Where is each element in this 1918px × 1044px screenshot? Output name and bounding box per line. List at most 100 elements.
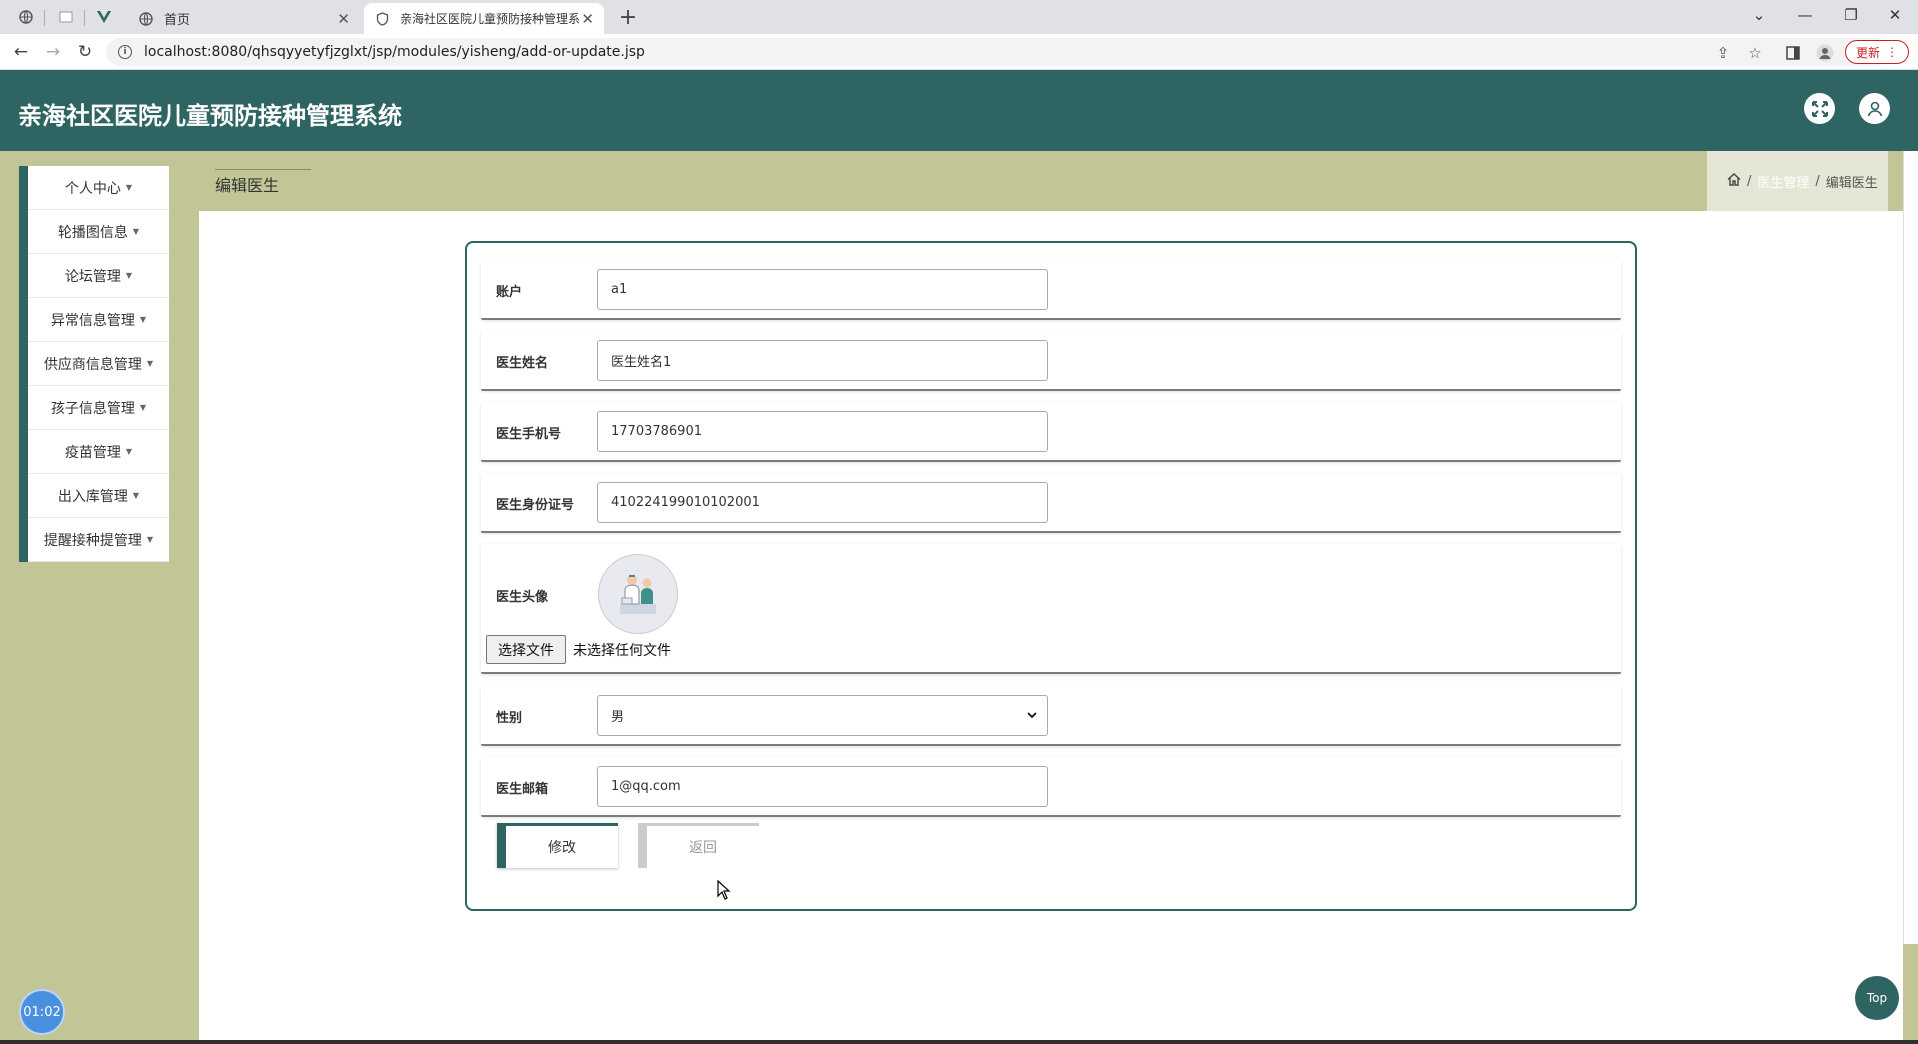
vue-logo-icon[interactable]	[92, 5, 116, 29]
tab-label: 亲海社区医院儿童预防接种管理系	[400, 12, 581, 26]
sidebar-item-vaccines[interactable]: 疫苗管理 ▼	[28, 430, 169, 474]
phone-input[interactable]: 17703786901	[597, 411, 1048, 452]
back-to-top-button[interactable]: Top	[1855, 976, 1899, 1020]
tab-search-icon[interactable]: ⌄	[1736, 0, 1782, 30]
update-label: 更新	[1855, 45, 1880, 60]
app-header: 亲海社区医院儿童预防接种管理系统	[0, 70, 1918, 151]
fullscreen-icon[interactable]	[1804, 93, 1835, 124]
back-button[interactable]: 返回	[638, 823, 759, 868]
home-icon[interactable]	[1727, 172, 1741, 190]
share-icon[interactable]: ⇪	[1712, 42, 1734, 64]
sidebar-item-inventory[interactable]: 出入库管理 ▼	[28, 474, 169, 518]
account-input[interactable]: a1	[597, 269, 1048, 310]
sidebar-item-label: 异常信息管理	[50, 312, 135, 329]
account-row: 账户 a1	[481, 260, 1621, 320]
breadcrumb-separator: /	[1747, 173, 1752, 189]
close-icon[interactable]: ✕	[337, 10, 350, 28]
profile-icon[interactable]	[1814, 42, 1836, 64]
choose-file-button[interactable]: 选择文件	[486, 635, 566, 664]
window-close-button[interactable]: ✕	[1872, 0, 1918, 30]
caret-down-icon: ▼	[146, 359, 154, 368]
id-card-label: 医生身份证号	[496, 498, 575, 513]
sidebar-item-label: 出入库管理	[57, 488, 128, 505]
close-icon[interactable]: ✕	[581, 10, 594, 28]
shield-icon	[374, 11, 390, 27]
doctor-illustration-icon	[620, 575, 656, 614]
sidepanel-icon[interactable]	[1782, 42, 1804, 64]
globe-icon[interactable]	[14, 5, 38, 29]
gender-row: 性别 男	[481, 686, 1621, 746]
title-divider	[215, 169, 311, 170]
taskbar-strip	[0, 1040, 1918, 1044]
app-title: 亲海社区医院儿童预防接种管理系统	[18, 102, 402, 130]
timer-badge: 01:02	[19, 989, 65, 1035]
restore-button[interactable]: ❐	[1828, 0, 1874, 30]
breadcrumb: / 医生管理 / 编辑医生	[1707, 151, 1888, 211]
sidebar-item-carousel[interactable]: 轮播图信息 ▼	[28, 210, 169, 254]
file-status: 未选择任何文件	[573, 643, 671, 659]
more-vert-icon: ⋮	[1886, 45, 1898, 59]
minimize-button[interactable]: —	[1782, 0, 1828, 30]
gender-label: 性别	[496, 711, 523, 726]
tab-current[interactable]: 亲海社区医院儿童预防接种管理系 ✕	[364, 3, 604, 34]
sidebar-item-label: 个人中心	[64, 180, 121, 197]
doctor-edit-form: 账户 a1 医生姓名 医生姓名1 医生手机号 17703786901 医生身份证…	[465, 241, 1637, 911]
star-icon[interactable]: ☆	[1744, 42, 1766, 64]
phone-label: 医生手机号	[496, 427, 562, 442]
sidebar-item-label: 提醒接种提管理	[43, 532, 142, 549]
caret-down-icon: ▼	[125, 271, 133, 280]
user-icon[interactable]	[1859, 93, 1890, 124]
sidebar-item-label: 孩子信息管理	[50, 400, 135, 417]
url-field[interactable]: i localhost:8080/qhsqyyetyfjzglxt/jsp/mo…	[106, 38, 1890, 66]
url-text: localhost:8080/qhsqyyetyfjzglxt/jsp/modu…	[144, 44, 645, 60]
email-input[interactable]: 1@qq.com	[597, 766, 1048, 807]
forward-arrow-icon[interactable]: →	[40, 39, 66, 65]
caret-down-icon: ▼	[146, 535, 154, 544]
globe-icon	[138, 11, 154, 27]
id-card-input[interactable]: 410224199010102001	[597, 482, 1048, 523]
avatar-row: 医生头像 选择文件 未选择任何文件	[481, 544, 1621, 674]
update-button[interactable]: 更新 ⋮	[1845, 40, 1909, 64]
gender-select[interactable]: 男	[597, 695, 1048, 736]
sidebar-item-reminders[interactable]: 提醒接种提管理 ▼	[28, 518, 169, 562]
address-bar: ← → ↻ i localhost:8080/qhsqyyetyfjzglxt/…	[0, 34, 1918, 70]
gender-value: 男	[611, 710, 625, 725]
sidebar-item-personal-center[interactable]: 个人中心 ▼	[28, 166, 169, 210]
scrollbar[interactable]	[1903, 151, 1918, 944]
page-title: 编辑医生	[215, 176, 280, 195]
main-content: 账户 a1 医生姓名 医生姓名1 医生手机号 17703786901 医生身份证…	[199, 211, 1903, 1044]
sidebar-item-suppliers[interactable]: 供应商信息管理 ▼	[28, 342, 169, 386]
caret-down-icon: ▼	[125, 447, 133, 456]
account-label: 账户	[496, 285, 523, 300]
tab-label: 首页	[164, 13, 191, 28]
email-row: 医生邮箱 1@qq.com	[481, 757, 1621, 817]
info-icon[interactable]: i	[118, 45, 132, 59]
sidebar-item-exceptions[interactable]: 异常信息管理 ▼	[28, 298, 169, 342]
chevron-down-icon	[1027, 708, 1037, 723]
reload-icon[interactable]: ↻	[72, 39, 98, 65]
sidebar-item-forum[interactable]: 论坛管理 ▼	[28, 254, 169, 298]
tab-home[interactable]: 首页 ✕	[128, 3, 360, 34]
breadcrumb-parent[interactable]: 医生管理	[1757, 172, 1809, 191]
name-row: 医生姓名 医生姓名1	[481, 331, 1621, 391]
breadcrumb-current: 编辑医生	[1825, 175, 1878, 191]
sidebar-item-label: 疫苗管理	[64, 444, 121, 461]
browser-tab-bar: 首页 ✕ 亲海社区医院儿童预防接种管理系 ✕ + ⌄ — ❐ ✕	[0, 0, 1918, 34]
sidebar-item-children[interactable]: 孩子信息管理 ▼	[28, 386, 169, 430]
sidebar-item-label: 论坛管理	[64, 268, 121, 285]
new-tab-button[interactable]: +	[614, 3, 642, 31]
avatar	[598, 554, 678, 634]
sidebar: 个人中心 ▼ 轮播图信息 ▼ 论坛管理 ▼ 异常信息管理 ▼ 供应商信息管理 ▼ 孩子信息…	[19, 166, 169, 562]
submit-button[interactable]: 修改	[497, 823, 618, 868]
caret-down-icon: ▼	[139, 315, 147, 324]
phone-row: 医生手机号 17703786901	[481, 402, 1621, 462]
caret-down-icon: ▼	[132, 227, 140, 236]
back-arrow-icon[interactable]: ←	[8, 39, 34, 65]
sidebar-item-label: 轮播图信息	[57, 224, 128, 241]
blank-page-icon[interactable]	[54, 5, 78, 29]
caret-down-icon: ▼	[125, 183, 133, 192]
caret-down-icon: ▼	[139, 403, 147, 412]
email-label: 医生邮箱	[496, 782, 549, 797]
name-input[interactable]: 医生姓名1	[597, 340, 1048, 381]
sidebar-item-label: 供应商信息管理	[43, 356, 142, 373]
